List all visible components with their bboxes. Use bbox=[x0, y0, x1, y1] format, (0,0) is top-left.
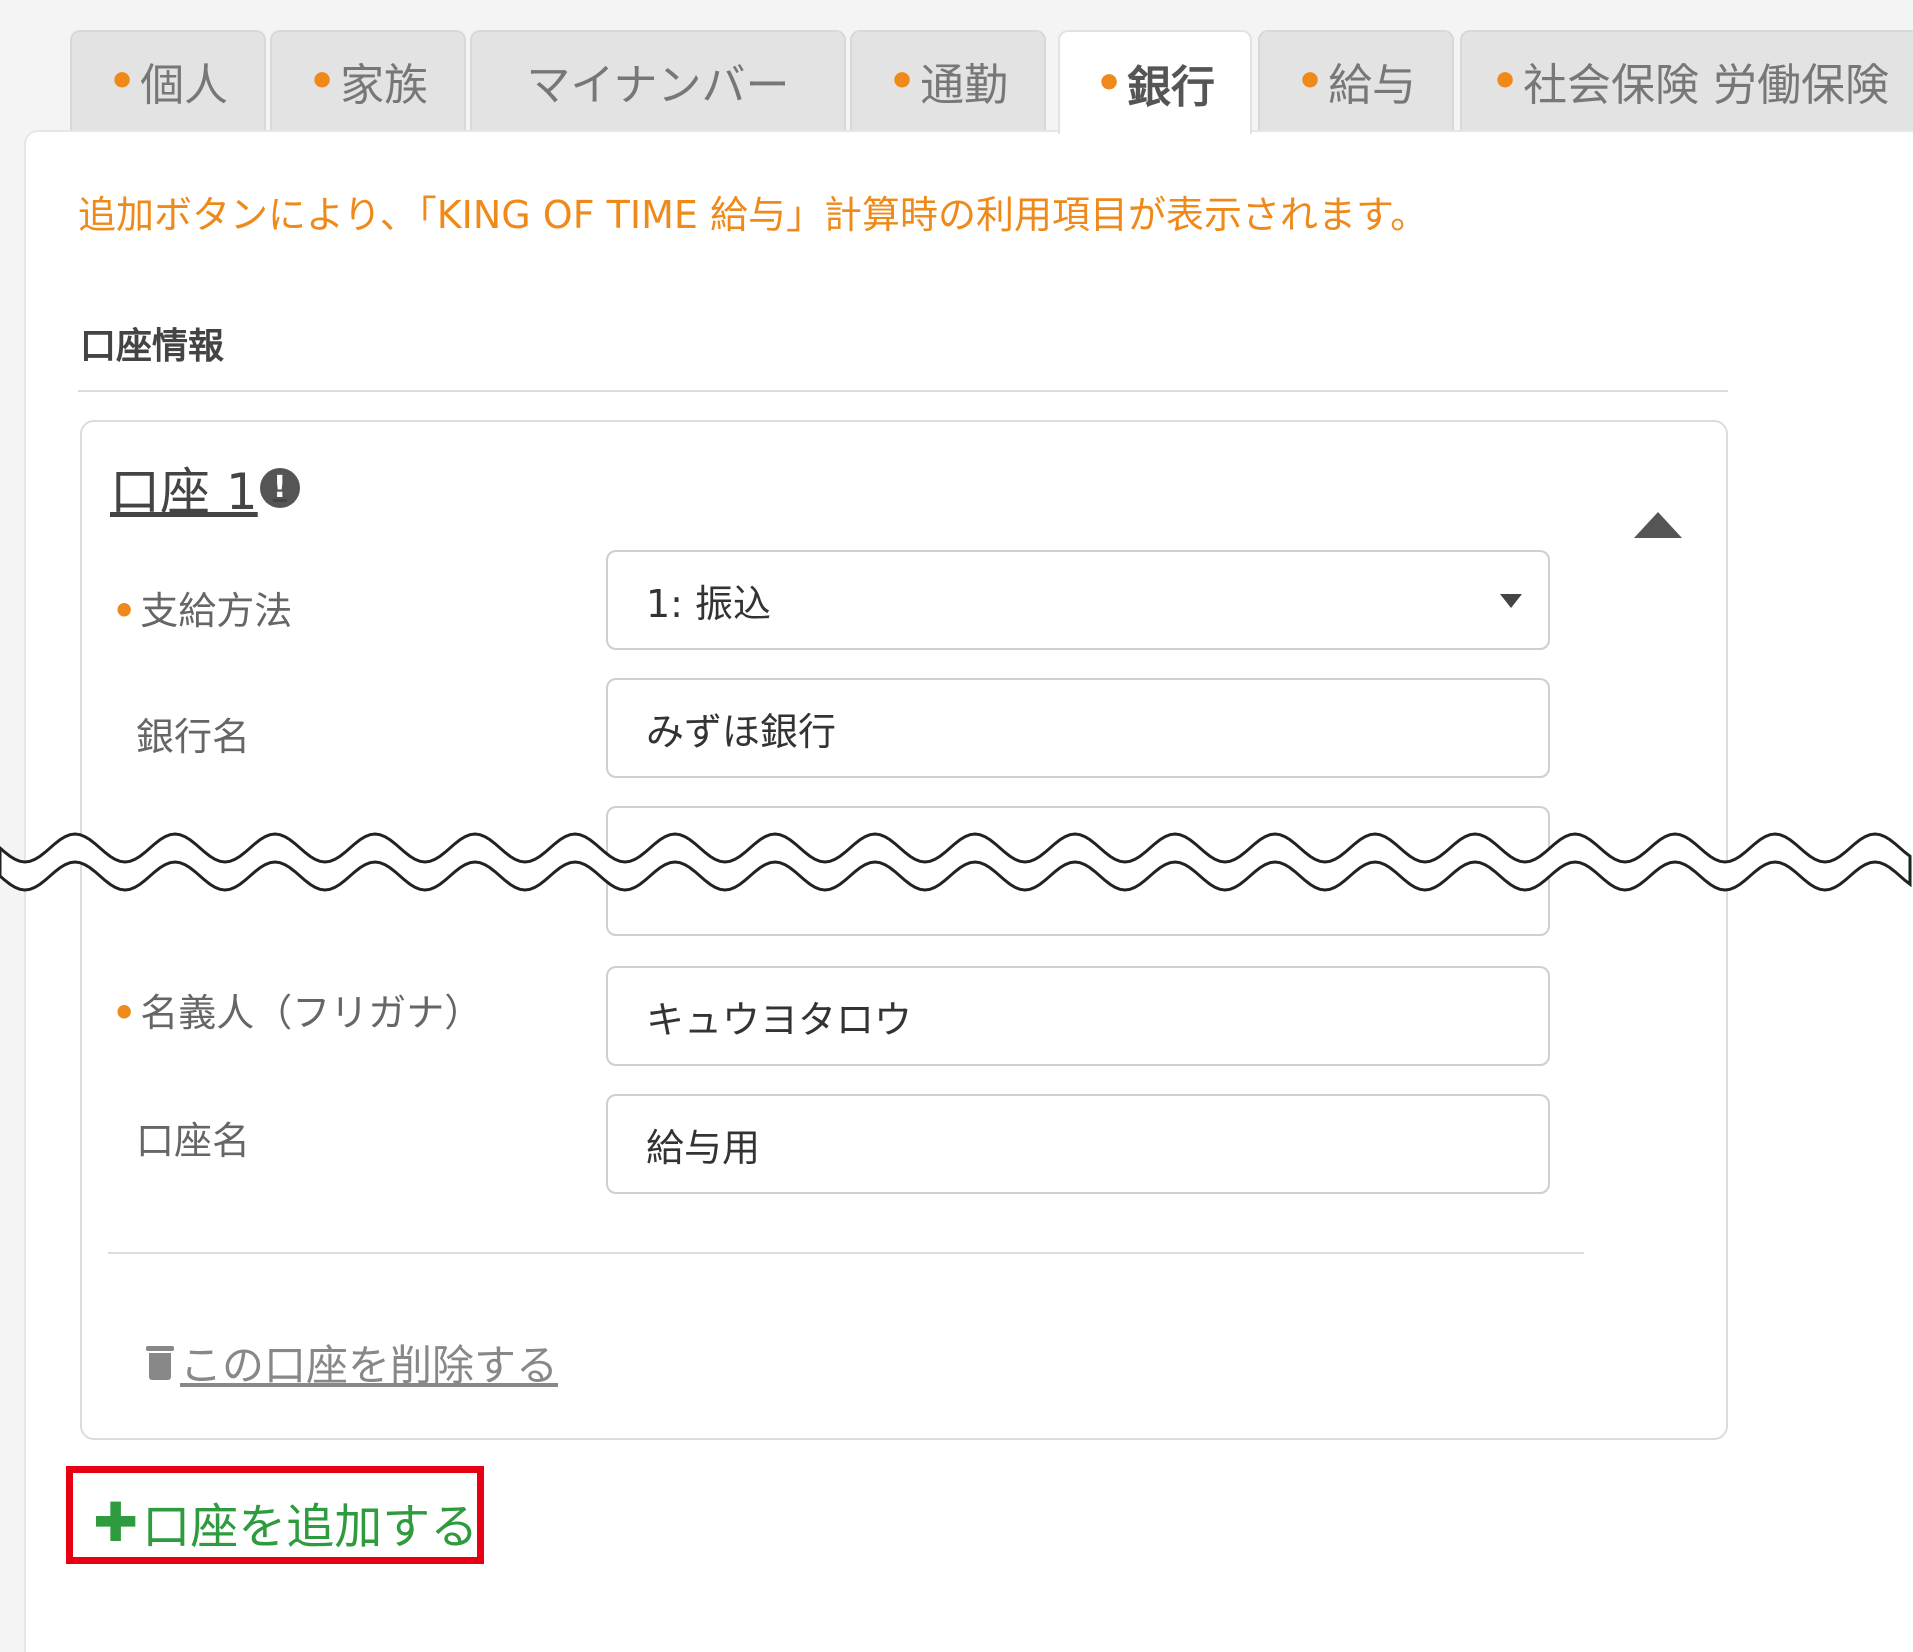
required-dot: • bbox=[112, 589, 137, 633]
tab-label: 銀行 bbox=[1127, 62, 1216, 113]
delete-account-label: この口座を削除する bbox=[180, 1341, 559, 1390]
payment-method-label-text: 支給方法 bbox=[140, 589, 293, 633]
required-dot: • bbox=[112, 991, 137, 1035]
card-divider bbox=[108, 1252, 1584, 1254]
plus-icon: ✚ bbox=[93, 1490, 139, 1554]
tab-family[interactable]: • 家族 bbox=[270, 30, 466, 130]
tab-personal[interactable]: • 個人 bbox=[70, 30, 266, 130]
wavy-break-decoration bbox=[0, 832, 1912, 892]
holder-kana-value: キュウヨタロウ bbox=[646, 997, 913, 1042]
bank-name-value: みずほ銀行 bbox=[646, 709, 837, 754]
required-dot: • bbox=[1490, 55, 1520, 107]
holder-kana-label: • 名義人（フリガナ） bbox=[112, 982, 482, 1037]
tab-my-number[interactable]: マイナンバー bbox=[470, 30, 846, 130]
exclamation-circle-icon: ! bbox=[259, 468, 300, 508]
tab-commute[interactable]: • 通勤 bbox=[850, 30, 1046, 130]
tab-bank[interactable]: • 銀行 bbox=[1058, 30, 1252, 134]
tab-social-insurance[interactable]: • 社会保険 労働保険 bbox=[1460, 30, 1913, 130]
account-name-label: 口座名 bbox=[136, 1119, 251, 1163]
account-title[interactable]: 口座 1! bbox=[110, 452, 300, 524]
account-name-input[interactable]: 給与用 bbox=[606, 1094, 1550, 1194]
account-name-value: 給与用 bbox=[646, 1125, 761, 1170]
tab-label: マイナンバー bbox=[526, 60, 790, 111]
add-account-link[interactable]: ✚ 口座を追加する bbox=[93, 1487, 478, 1557]
account-card: 口座 1! • 支給方法 1: 振込 銀行名 みずほ銀行 • 名義人（フリガナ） キ… bbox=[80, 420, 1728, 1440]
tab-salary[interactable]: • 給与 bbox=[1258, 30, 1454, 130]
required-dot: • bbox=[1295, 55, 1325, 107]
required-dot: • bbox=[1094, 57, 1124, 109]
required-dot: • bbox=[307, 55, 337, 107]
bank-name-label: 銀行名 bbox=[136, 715, 251, 759]
tab-label: 家族 bbox=[340, 60, 429, 111]
tab-label: 個人 bbox=[140, 60, 229, 111]
payment-method-label: • 支給方法 bbox=[112, 580, 292, 635]
payment-method-select[interactable]: 1: 振込 bbox=[606, 550, 1550, 650]
tab-label: 社会保険 労働保険 bbox=[1523, 60, 1890, 111]
trash-icon bbox=[146, 1345, 174, 1380]
add-account-highlight: ✚ 口座を追加する bbox=[66, 1466, 484, 1564]
required-dot: • bbox=[107, 55, 137, 107]
required-dot: • bbox=[887, 55, 917, 107]
add-account-label: 口座を追加する bbox=[142, 1499, 479, 1555]
holder-kana-input[interactable]: キュウヨタロウ bbox=[606, 966, 1550, 1066]
section-title: 口座情報 bbox=[80, 326, 225, 367]
tab-label: 給与 bbox=[1328, 60, 1417, 111]
notice-text: 追加ボタンにより、「KING OF TIME 給与」計算時の利用項目が表示されま… bbox=[78, 193, 1429, 237]
holder-kana-label-text: 名義人（フリガナ） bbox=[140, 991, 483, 1035]
account-title-text: 口座 1 bbox=[110, 463, 258, 521]
tab-label: 通勤 bbox=[920, 60, 1009, 111]
bank-name-input[interactable]: みずほ銀行 bbox=[606, 678, 1550, 778]
collapse-caret-icon[interactable] bbox=[1634, 512, 1682, 538]
dropdown-arrow-icon bbox=[1500, 594, 1522, 608]
delete-account-link[interactable]: この口座を削除する bbox=[146, 1332, 558, 1393]
payment-method-value: 1: 振込 bbox=[646, 581, 772, 626]
section-divider bbox=[78, 390, 1728, 392]
